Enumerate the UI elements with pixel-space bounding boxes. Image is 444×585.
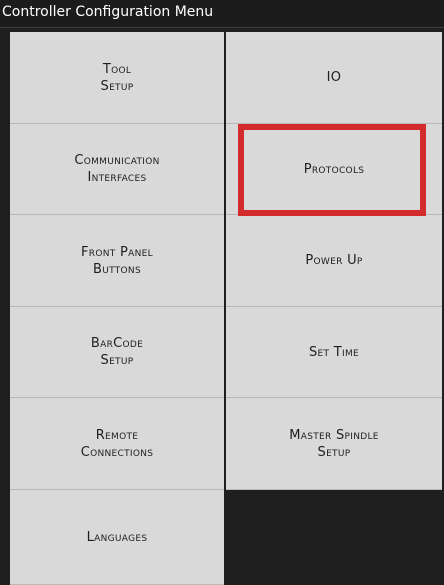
io-label: IO: [326, 70, 342, 85]
barcode-setup-button[interactable]: BarCode Setup: [10, 307, 224, 398]
remote-connections-label: Remote Connections: [80, 427, 154, 460]
languages-label: Languages: [86, 529, 148, 545]
io-button[interactable]: IO: [226, 32, 442, 124]
set-time-label: Set Time: [308, 344, 359, 360]
communication-interfaces-button[interactable]: Communication Interfaces: [10, 124, 224, 215]
front-panel-buttons-button[interactable]: Front Panel Buttons: [10, 215, 224, 307]
front-panel-buttons-label: Front Panel Buttons: [81, 244, 153, 277]
set-time-button[interactable]: Set Time: [226, 307, 442, 398]
tool-setup-button[interactable]: Tool Setup: [10, 32, 224, 124]
master-spindle-setup-label: Master Spindle Setup: [289, 427, 379, 460]
remote-connections-button[interactable]: Remote Connections: [10, 398, 224, 490]
communication-interfaces-label: Communication Interfaces: [74, 153, 160, 185]
languages-button[interactable]: Languages: [10, 490, 224, 585]
title-bar: Controller Configuration Menu: [0, 0, 444, 28]
configuration-menu-grid: Tool Setup IO Communication Interfaces P…: [10, 32, 442, 585]
protocols-button[interactable]: Protocols: [226, 124, 442, 215]
barcode-setup-label: BarCode Setup: [90, 336, 144, 368]
window-title: Controller Configuration Menu: [2, 4, 214, 20]
power-up-button[interactable]: Power Up: [226, 215, 442, 307]
controller-configuration-window: Controller Configuration Menu Tool Setup…: [0, 0, 444, 585]
tool-setup-label: Tool Setup: [100, 61, 134, 94]
master-spindle-setup-button[interactable]: Master Spindle Setup: [226, 398, 442, 490]
empty-grid-cell: [226, 490, 442, 585]
power-up-label: Power Up: [305, 253, 363, 268]
protocols-label: Protocols: [303, 161, 365, 177]
